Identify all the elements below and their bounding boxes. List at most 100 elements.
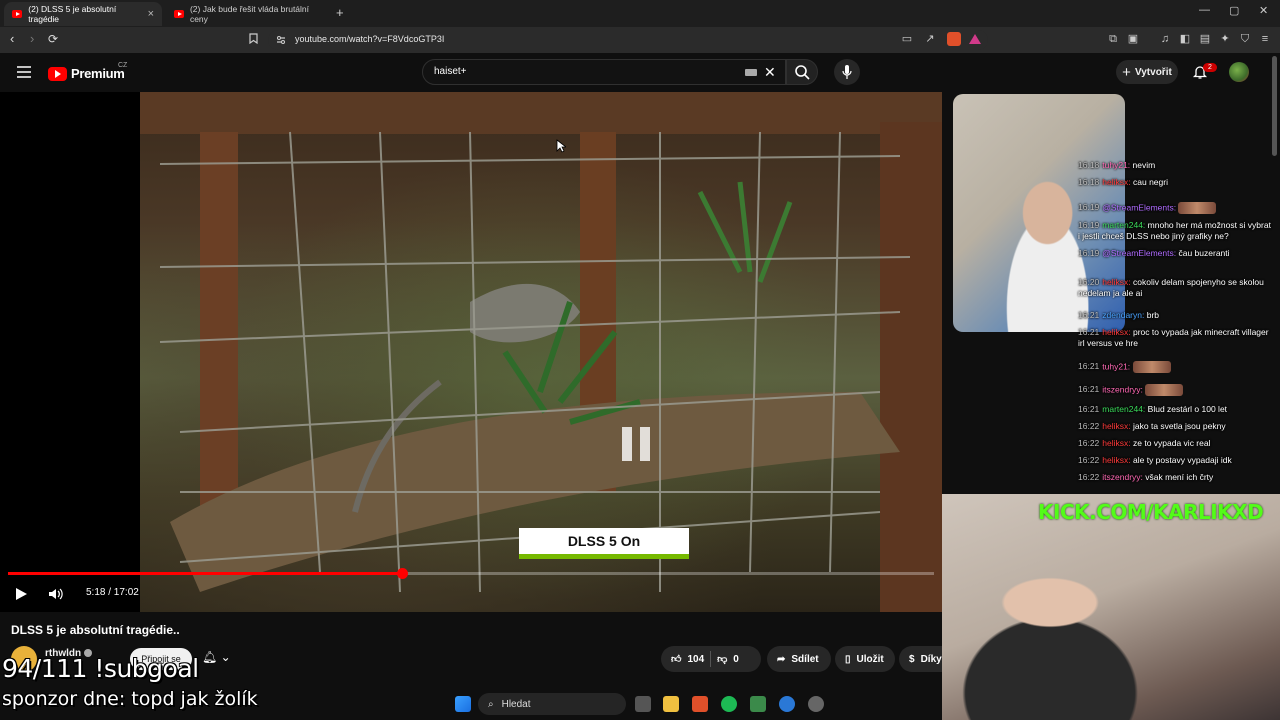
- chat-username: marten244:: [1102, 220, 1146, 230]
- dislike-count[interactable]: 0: [733, 654, 739, 665]
- volume-icon[interactable]: [48, 587, 64, 601]
- account-avatar[interactable]: [1229, 62, 1249, 82]
- chat-timestamp: 16:18: [1078, 160, 1100, 170]
- extensions-icon[interactable]: ⧉: [1107, 33, 1119, 45]
- new-tab-button[interactable]: +: [336, 5, 344, 20]
- share-page-icon[interactable]: ↗: [924, 33, 936, 45]
- keyboard-icon[interactable]: [745, 69, 757, 76]
- play-icon[interactable]: [14, 587, 28, 601]
- youtube-favicon-icon: [12, 10, 23, 18]
- browser-tab[interactable]: (2) Jak bude řešit vláda brutální ceny: [166, 2, 324, 26]
- pause-overlay-icon[interactable]: [622, 427, 650, 461]
- progress-scrubber[interactable]: [396, 568, 408, 579]
- chat-emote-icon: [1178, 202, 1217, 214]
- close-window-button[interactable]: ✕: [1259, 4, 1268, 17]
- sidebar-icon[interactable]: ◧: [1179, 33, 1191, 45]
- spotify-icon[interactable]: [721, 696, 737, 712]
- chat-text: ale ty postavy vypadaji idk: [1133, 455, 1232, 465]
- chat-username: tuhy21:: [1102, 361, 1131, 372]
- chat-message: 16:22 itszendryy: však mení ich črty: [1078, 472, 1274, 483]
- file-explorer-icon[interactable]: [663, 696, 679, 712]
- dislike-icon[interactable]: 👎︎: [717, 653, 727, 665]
- task-view-icon[interactable]: [635, 696, 651, 712]
- app-icon[interactable]: [779, 696, 795, 712]
- chat-username: itszendryy:: [1102, 384, 1143, 395]
- chat-message: 16:21 zdendaryn: brb: [1078, 310, 1274, 321]
- minimize-button[interactable]: —: [1199, 4, 1210, 16]
- taskbar-search-label: Hledat: [501, 698, 531, 710]
- back-icon[interactable]: ‹: [10, 31, 14, 46]
- browser-tab-active[interactable]: (2) DLSS 5 je absolutní tragédie ×: [4, 2, 162, 26]
- chat-timestamp: 16:21: [1078, 327, 1100, 337]
- share-button[interactable]: ➦ Sdílet: [767, 646, 831, 672]
- chat-text: cau negri: [1133, 177, 1168, 187]
- bookmark-icon[interactable]: [249, 33, 258, 44]
- windows-start-icon[interactable]: [455, 696, 471, 712]
- reload-icon[interactable]: ⟳: [48, 32, 58, 46]
- youtube-logo[interactable]: Premium: [48, 66, 125, 81]
- notification-count-badge: 2: [1203, 63, 1217, 72]
- chat-text: však mení ich črty: [1145, 472, 1214, 482]
- video-progress-bar[interactable]: [8, 568, 934, 579]
- tab-close-icon[interactable]: ×: [148, 8, 154, 20]
- subscription-bell-icon[interactable]: 🔔︎ ⌄: [202, 650, 231, 664]
- voice-search-button[interactable]: [834, 59, 860, 85]
- chat-timestamp: 16:19: [1078, 248, 1100, 258]
- obs-icon[interactable]: [808, 696, 824, 712]
- chat-timestamp: 16:21: [1078, 361, 1100, 372]
- chat-text: Blud zestárl o 100 let: [1147, 404, 1228, 414]
- like-icon[interactable]: 👍︎: [671, 653, 681, 665]
- chat-text: brb: [1146, 310, 1160, 320]
- leo-ai-icon[interactable]: ✦: [1219, 33, 1231, 45]
- create-button[interactable]: + Vytvořit: [1116, 60, 1178, 84]
- chat-timestamp: 16:22: [1078, 455, 1100, 465]
- site-settings-icon[interactable]: [276, 35, 286, 45]
- logo-text: Premium: [71, 66, 125, 81]
- thanks-button[interactable]: $ Díky: [899, 646, 942, 672]
- youtube-play-logo-icon: [48, 66, 67, 81]
- search-icon: [795, 65, 810, 80]
- chat-message: 16:19 @StreamElements: čau buzeranti: [1078, 248, 1274, 259]
- forward-icon[interactable]: ›: [30, 31, 34, 46]
- maximize-button[interactable]: ▢: [1229, 4, 1239, 17]
- media-icon[interactable]: ♫: [1159, 33, 1171, 45]
- screenshot-icon[interactable]: ▣: [1127, 33, 1139, 45]
- hamburger-menu-icon[interactable]: [17, 66, 31, 78]
- brave-rewards-icon[interactable]: [969, 34, 981, 44]
- search-input[interactable]: [422, 59, 786, 85]
- plus-icon: +: [1122, 63, 1131, 81]
- mouse-cursor-icon: [556, 139, 566, 153]
- sponsor-text: sponzor dne: topd jak žolík: [2, 688, 258, 710]
- app-icon[interactable]: [750, 696, 766, 712]
- chat-emote-icon: [1132, 361, 1171, 373]
- menu-icon[interactable]: ≡: [1259, 33, 1271, 45]
- video-player[interactable]: [0, 92, 942, 612]
- taskbar-search-icon: ⌕: [488, 698, 494, 710]
- share-icon: ➦: [777, 653, 786, 665]
- thanks-label: Díky: [920, 653, 942, 665]
- chat-timestamp: 16:22: [1078, 438, 1100, 448]
- cast-icon[interactable]: ▭: [901, 33, 913, 45]
- chat-message: 16:19 @StreamElements:: [1078, 202, 1274, 214]
- chat-text: čau buzeranti: [1178, 248, 1230, 258]
- brave-shields-icon[interactable]: [947, 32, 961, 46]
- like-count[interactable]: 104: [687, 654, 704, 665]
- url-text: youtube.com/watch?v=F8VdcoGTP3I: [295, 34, 445, 44]
- search-button[interactable]: [786, 59, 818, 85]
- brave-browser-icon[interactable]: [692, 696, 708, 712]
- wallet-icon[interactable]: ▤: [1199, 33, 1211, 45]
- chat-message: 16:21 itszendryy:: [1078, 384, 1274, 396]
- chat-timestamp: 16:20: [1078, 277, 1100, 287]
- chat-username: @StreamElements:: [1102, 248, 1177, 258]
- clear-search-icon[interactable]: ✕: [764, 64, 776, 81]
- chat-timestamp: 16:22: [1078, 421, 1100, 431]
- logo-region: CZ: [118, 62, 128, 69]
- save-button[interactable]: ▯ Uložit: [835, 646, 895, 672]
- create-label: Vytvořit: [1134, 66, 1172, 78]
- chat-message: 16:22 heliksx: ale ty postavy vypadaji id…: [1078, 455, 1274, 466]
- taskbar-search[interactable]: ⌕ Hledat: [478, 693, 626, 715]
- chat-emote-icon: [1145, 384, 1184, 396]
- page-scrollbar[interactable]: [1272, 56, 1277, 156]
- chat-username: heliksx:: [1102, 327, 1131, 337]
- vpn-icon[interactable]: ⛉: [1239, 33, 1251, 45]
